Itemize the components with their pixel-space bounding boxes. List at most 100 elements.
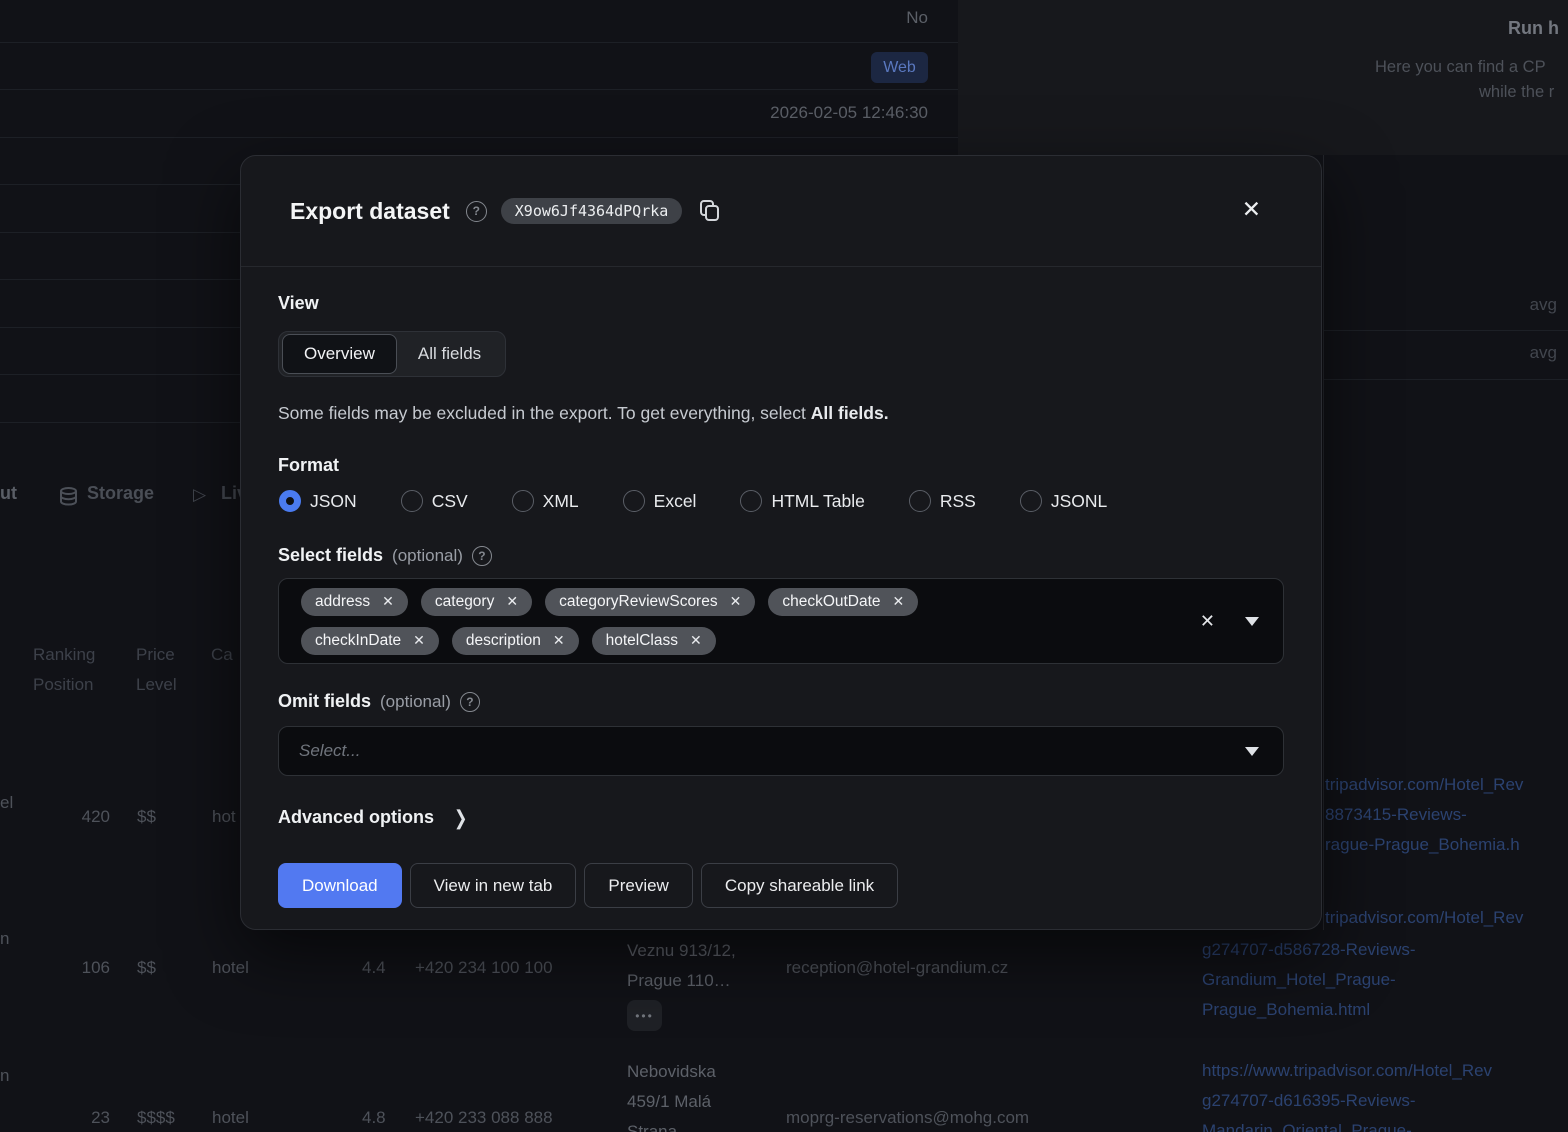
chevron-down-icon[interactable] [1245,616,1259,626]
run-info-panel [958,0,1568,155]
url-link[interactable]: 8873415-Reviews- [1325,805,1467,825]
toggle-overview[interactable]: Overview [282,334,397,374]
url-link[interactable]: Mandarin_Oriental_Prague- [1202,1121,1412,1132]
email-cell: reception@hotel-grandium.cz [786,958,1009,977]
address-cell: Strana… [627,1122,695,1132]
remove-icon[interactable]: ✕ [553,632,565,649]
help-icon[interactable]: ? [459,691,480,712]
chevron-down-icon[interactable] [1245,746,1259,756]
rank-cell: 23 [91,1108,110,1127]
modal-header: Export dataset ? X9ow6Jf4364dPQrka ✕ [241,156,1321,267]
toggle-all-fields[interactable]: All fields [397,335,502,373]
dataset-id-badge: X9ow6Jf4364dPQrka [500,198,683,224]
copy-icon[interactable] [700,200,720,222]
export-note: Some fields may be excluded in the expor… [278,403,889,424]
expand-cell-button[interactable]: ••• [627,1000,662,1031]
field-chip-checkOutDate[interactable]: checkOutDate ✕ [768,587,919,616]
web-badge: Web [871,52,928,83]
omit-fields-input[interactable]: Select... [278,726,1284,776]
advanced-options-toggle[interactable]: Advanced options ❯ [278,807,467,829]
chip-label: categoryReviewScores [559,592,718,610]
radio-label: Excel [653,490,697,511]
url-link[interactable]: https://www.tripadvisor.com/Hotel_Rev [1202,1061,1492,1081]
phone-cell: +420 233 088 888 [415,1108,553,1127]
address-cell: 459/1 Malá [627,1092,712,1111]
radio-icon [908,490,931,512]
chip-label: category [434,592,495,610]
column-divider [1323,155,1324,930]
table-row: n [0,1066,10,1085]
price-cell: $$ [137,958,156,977]
clear-all-icon[interactable]: ✕ [1200,611,1215,632]
chip-label: checkInDate [315,631,402,649]
url-link[interactable]: Prague_Bohemia.html [1202,1000,1370,1020]
avg-cell-1: avg [1529,295,1557,314]
format-radio-json[interactable]: JSON [279,490,357,512]
radio-selected-icon [279,490,301,512]
view-toggle: Overview All fields [278,331,507,377]
format-radio-group: JSON CSV XML Excel HTML Table RSS JSONL [279,490,1107,512]
remove-icon[interactable]: ✕ [382,593,394,610]
radio-icon [1019,490,1042,512]
run-panel-title: Run h [1508,18,1559,38]
help-icon[interactable]: ? [471,545,492,566]
url-link[interactable]: tripadvisor.com/Hotel_Rev [1325,908,1523,928]
preview-button[interactable]: Preview [584,863,693,908]
table-cell-no: No [906,8,928,27]
format-radio-rss[interactable]: RSS [908,490,976,512]
format-radio-xml[interactable]: XML [511,490,579,512]
radio-label: JSONL [1050,490,1108,511]
chip-label: address [315,592,371,610]
url-link[interactable]: rague-Prague_Bohemia.h [1325,835,1520,855]
address-cell: Veznu 913/12, [627,941,736,960]
chips-container: address ✕ category ✕ categoryReviewScore… [279,587,1176,655]
remove-icon[interactable]: ✕ [690,632,702,649]
chip-label: description [465,631,541,649]
remove-icon[interactable]: ✕ [413,632,425,649]
omit-fields-label: Omit fields (optional) ? [278,691,480,712]
remove-icon[interactable]: ✕ [730,593,742,610]
view-section-label: View [278,293,319,314]
tab-output-fragment[interactable]: ut [0,483,17,504]
remove-icon[interactable]: ✕ [893,593,905,610]
field-chip-categoryReviewScores[interactable]: categoryReviewScores ✕ [545,587,756,616]
field-chip-description[interactable]: description ✕ [451,626,579,655]
field-chip-category[interactable]: category ✕ [420,587,533,616]
format-radio-csv[interactable]: CSV [400,490,468,512]
modal-actions: Download View in new tab Preview Copy sh… [278,863,899,908]
url-link[interactable]: tripadvisor.com/Hotel_Rev [1325,775,1523,795]
remove-icon[interactable]: ✕ [506,593,518,610]
radio-label: CSV [431,490,468,511]
field-chip-checkInDate[interactable]: checkInDate ✕ [301,626,439,655]
tab-storage[interactable]: Storage [87,483,154,504]
field-chip-hotelClass[interactable]: hotelClass ✕ [591,626,716,655]
view-label-text: View [278,293,319,313]
email-cell: moprg-reservations@mohg.com [786,1108,1030,1127]
copy-shareable-link-button[interactable]: Copy shareable link [700,863,899,908]
select-fields-input[interactable]: address ✕ category ✕ categoryReviewScore… [278,578,1284,664]
url-link[interactable]: g274707-d616395-Reviews- [1202,1091,1416,1111]
col-header-price-1: Price [136,645,175,664]
url-link[interactable]: g274707-d586728-Reviews- [1202,940,1416,960]
radio-label: JSON [310,490,357,511]
category-cell: hotel [212,1108,249,1127]
rank-cell: 106 [81,958,110,977]
url-link[interactable]: Grandium_Hotel_Prague- [1202,970,1396,990]
modal-title: Export dataset [290,197,450,224]
field-chip-address[interactable]: address ✕ [301,587,408,616]
close-icon[interactable]: ✕ [1242,198,1261,221]
note-bold-text: All fields. [810,403,889,423]
help-icon[interactable]: ? [465,200,487,222]
format-radio-jsonl[interactable]: JSONL [1019,490,1108,512]
format-radio-excel[interactable]: Excel [622,490,697,512]
radio-icon [400,490,423,512]
radio-label: RSS [939,490,976,511]
view-in-new-tab-button[interactable]: View in new tab [409,863,577,908]
format-radio-html-table[interactable]: HTML Table [740,490,865,512]
download-button[interactable]: Download [278,863,402,908]
export-dataset-modal: Export dataset ? X9ow6Jf4364dPQrka ✕ Vie… [240,155,1322,930]
col-header-category-fragment: Ca [211,645,233,664]
radio-icon [622,490,645,512]
radio-icon [740,490,763,512]
advanced-options-label: Advanced options [278,807,435,827]
